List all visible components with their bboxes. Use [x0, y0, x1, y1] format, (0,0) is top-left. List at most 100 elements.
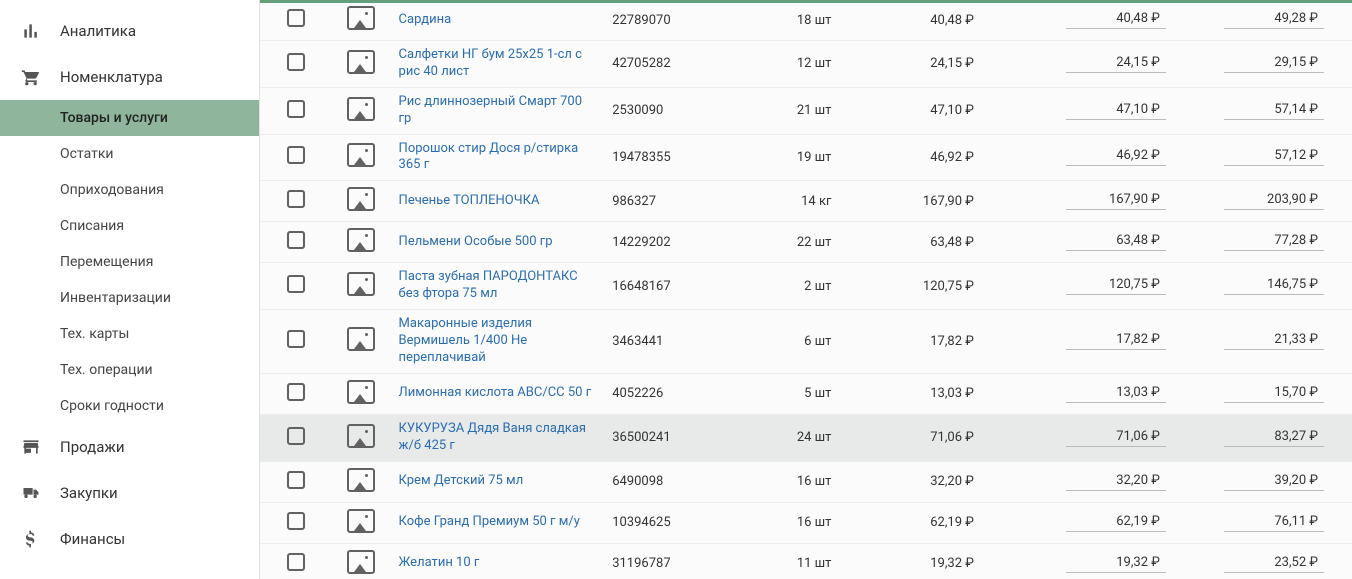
product-name-link[interactable]: Крем Детский 75 мл: [399, 473, 524, 488]
image-placeholder-icon[interactable]: [347, 509, 375, 533]
nav-analytics[interactable]: Аналитика: [0, 8, 259, 54]
row-checkbox[interactable]: [287, 190, 305, 208]
price-2[interactable]: 24,15 ₽: [996, 41, 1174, 88]
table-row: Салфетки НГ бум 25х25 1-сл с рис 40 лист…: [260, 41, 1352, 88]
price-2[interactable]: 17,82 ₽: [996, 310, 1174, 374]
image-placeholder-icon[interactable]: [347, 97, 375, 121]
nav-sales[interactable]: Продажи: [0, 424, 259, 470]
product-name-link[interactable]: Кофе Гранд Премиум 50 г м/у: [399, 514, 580, 529]
row-checkbox[interactable]: [287, 427, 305, 445]
price-2[interactable]: 167,90 ₽: [996, 181, 1174, 222]
price-3[interactable]: 203,90 ₽: [1174, 181, 1352, 222]
product-code: 19478355: [604, 134, 735, 181]
price-2[interactable]: 62,19 ₽: [996, 502, 1174, 543]
price-3[interactable]: 15,70 ₽: [1174, 373, 1352, 414]
price-3[interactable]: 29,15 ₽: [1174, 41, 1352, 88]
nav-label: Продажи: [60, 438, 125, 456]
price-3[interactable]: 57,14 ₽: [1174, 87, 1352, 134]
image-placeholder-icon[interactable]: [347, 143, 375, 167]
image-placeholder-icon[interactable]: [347, 468, 375, 492]
product-code: 42705282: [604, 41, 735, 88]
price-3[interactable]: 77,28 ₽: [1174, 222, 1352, 263]
row-checkbox[interactable]: [287, 512, 305, 530]
product-name-link[interactable]: Пельмени Особые 500 гр: [399, 234, 553, 249]
price-3[interactable]: 146,75 ₽: [1174, 263, 1352, 310]
sidebar-subitem[interactable]: Остатки: [0, 136, 259, 172]
price-2[interactable]: 46,92 ₽: [996, 134, 1174, 181]
product-qty: 6 шт: [735, 310, 854, 374]
dollar-icon: [20, 528, 42, 550]
product-name-link[interactable]: Рис длиннозерный Смарт 700 гр: [399, 94, 582, 126]
product-qty: 11 шт: [735, 543, 854, 579]
price-3[interactable]: 83,27 ₽: [1174, 414, 1352, 461]
price-2[interactable]: 120,75 ₽: [996, 263, 1174, 310]
image-placeholder-icon[interactable]: [347, 228, 375, 252]
sidebar-subitem[interactable]: Списания: [0, 208, 259, 244]
row-checkbox[interactable]: [287, 471, 305, 489]
image-placeholder-icon[interactable]: [347, 272, 375, 296]
row-checkbox[interactable]: [287, 275, 305, 293]
truck-icon: [20, 482, 42, 504]
sidebar-subitem[interactable]: Инвентаризации: [0, 280, 259, 316]
price-3[interactable]: 21,33 ₽: [1174, 310, 1352, 374]
sidebar: Аналитика Номенклатура Товары и услугиОс…: [0, 0, 260, 579]
product-code: 6490098: [604, 461, 735, 502]
price-1: 63,48 ₽: [853, 222, 995, 263]
price-2[interactable]: 47,10 ₽: [996, 87, 1174, 134]
image-placeholder-icon[interactable]: [347, 424, 375, 448]
product-name-link[interactable]: Печенье ТОПЛЕНОЧКА: [399, 193, 540, 208]
image-placeholder-icon[interactable]: [347, 6, 375, 30]
product-name-link[interactable]: Желатин 10 г: [399, 555, 480, 570]
table-row: Сардина2278907018 шт40,48 ₽40,48 ₽49,28 …: [260, 0, 1352, 41]
price-3[interactable]: 23,52 ₽: [1174, 543, 1352, 579]
price-2[interactable]: 40,48 ₽: [996, 0, 1174, 41]
price-2[interactable]: 19,32 ₽: [996, 543, 1174, 579]
sidebar-subitem[interactable]: Тех. карты: [0, 316, 259, 352]
row-checkbox[interactable]: [287, 553, 305, 571]
product-code: 4052226: [604, 373, 735, 414]
product-name-link[interactable]: Порошок стир Дося р/стирка 365 г: [399, 141, 579, 173]
row-checkbox[interactable]: [287, 53, 305, 71]
product-qty: 2 шт: [735, 263, 854, 310]
price-3[interactable]: 39,20 ₽: [1174, 461, 1352, 502]
product-name-link[interactable]: КУКУРУЗА Дядя Ваня сладкая ж/б 425 г: [399, 421, 586, 453]
product-name-link[interactable]: Сардина: [399, 12, 452, 27]
sidebar-subitem[interactable]: Тех. операции: [0, 352, 259, 388]
image-placeholder-icon[interactable]: [347, 187, 375, 211]
nav-nomenclature[interactable]: Номенклатура: [0, 54, 259, 100]
nav-purchases[interactable]: Закупки: [0, 470, 259, 516]
price-2[interactable]: 13,03 ₽: [996, 373, 1174, 414]
price-3[interactable]: 57,12 ₽: [1174, 134, 1352, 181]
product-name-link[interactable]: Лимонная кислота ABC/CC 50 г: [399, 385, 592, 400]
price-2[interactable]: 71,06 ₽: [996, 414, 1174, 461]
price-3[interactable]: 76,11 ₽: [1174, 502, 1352, 543]
row-checkbox[interactable]: [287, 9, 305, 27]
image-placeholder-icon[interactable]: [347, 380, 375, 404]
row-checkbox[interactable]: [287, 383, 305, 401]
price-1: 71,06 ₽: [853, 414, 995, 461]
nav-finance[interactable]: Финансы: [0, 516, 259, 562]
product-name-link[interactable]: Салфетки НГ бум 25х25 1-сл с рис 40 лист: [399, 47, 582, 79]
price-3[interactable]: 49,28 ₽: [1174, 0, 1352, 41]
product-qty: 16 шт: [735, 461, 854, 502]
sidebar-subitem[interactable]: Сроки годности: [0, 388, 259, 424]
sidebar-submenu: Товары и услугиОстаткиОприходованияСписа…: [0, 100, 259, 424]
table-row: Паста зубная ПАРОДОНТАКС без фтора 75 мл…: [260, 263, 1352, 310]
sidebar-subitem[interactable]: Перемещения: [0, 244, 259, 280]
image-placeholder-icon[interactable]: [347, 50, 375, 74]
product-name-link[interactable]: Макаронные изделия Вермишель 1/400 Не пе…: [399, 316, 532, 365]
price-1: 47,10 ₽: [853, 87, 995, 134]
price-2[interactable]: 32,20 ₽: [996, 461, 1174, 502]
row-checkbox[interactable]: [287, 231, 305, 249]
product-name-link[interactable]: Паста зубная ПАРОДОНТАКС без фтора 75 мл: [399, 269, 578, 301]
price-2[interactable]: 63,48 ₽: [996, 222, 1174, 263]
table-row: Порошок стир Дося р/стирка 365 г 19478355…: [260, 134, 1352, 181]
sidebar-subitem[interactable]: Оприходования: [0, 172, 259, 208]
row-checkbox[interactable]: [287, 146, 305, 164]
image-placeholder-icon[interactable]: [347, 327, 375, 351]
row-checkbox[interactable]: [287, 330, 305, 348]
product-qty: 5 шт: [735, 373, 854, 414]
sidebar-subitem[interactable]: Товары и услуги: [0, 100, 259, 136]
row-checkbox[interactable]: [287, 100, 305, 118]
image-placeholder-icon[interactable]: [347, 550, 375, 574]
